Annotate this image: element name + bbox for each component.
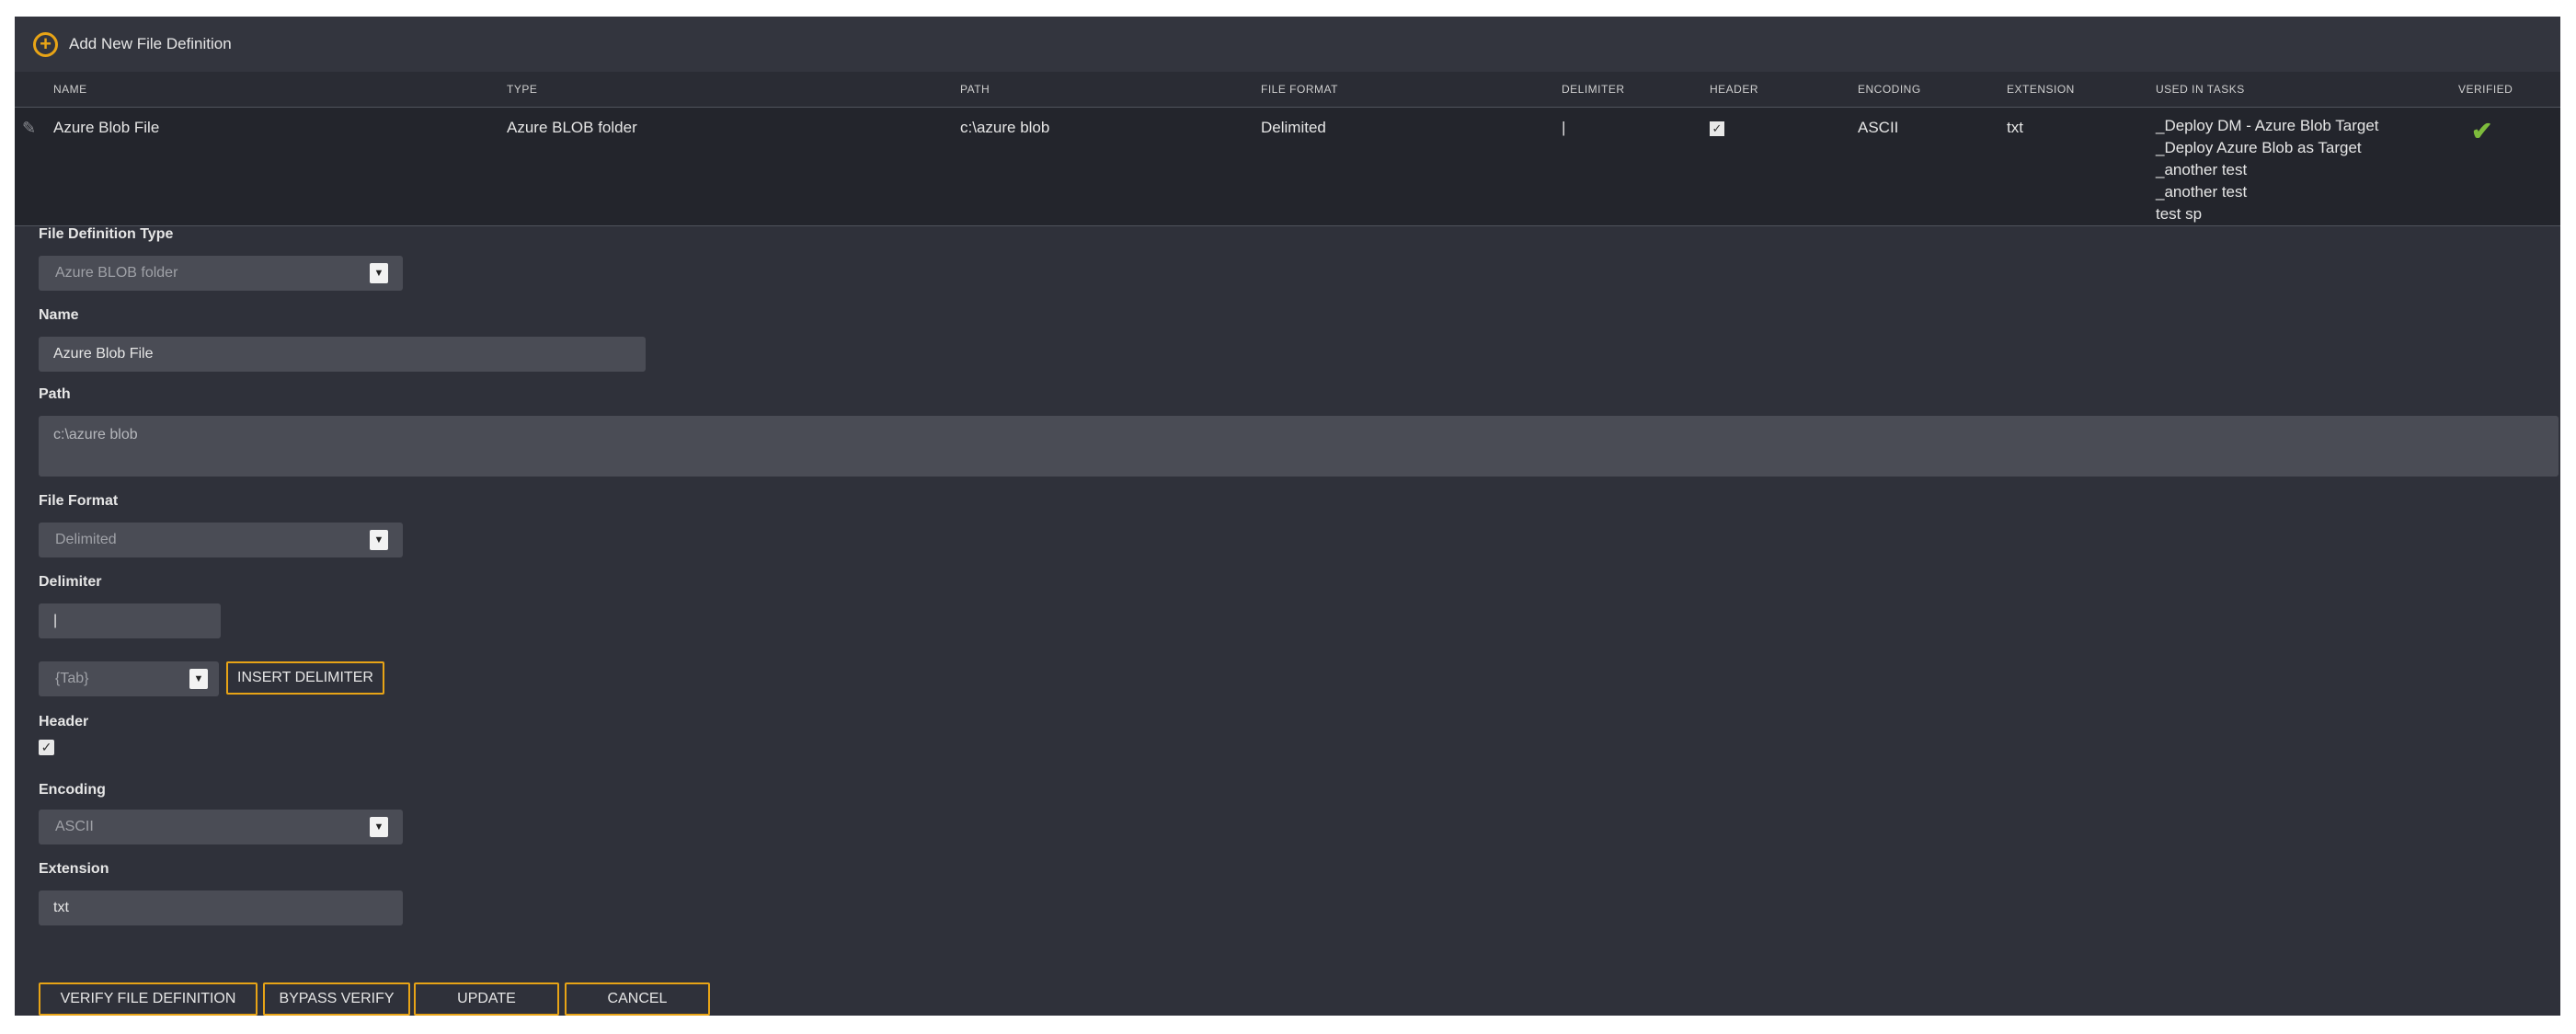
path-label: Path bbox=[39, 386, 71, 402]
file-definition-type-select[interactable]: Azure BLOB folder ▼ bbox=[39, 256, 403, 291]
column-header-encoding[interactable]: ENCODING bbox=[1858, 72, 2007, 107]
task-item[interactable]: _Deploy DM - Azure Blob Target bbox=[2156, 115, 2458, 137]
file-format-label: File Format bbox=[39, 493, 119, 509]
add-new-file-definition-label: Add New File Definition bbox=[69, 35, 232, 52]
delimiter-label: Delimiter bbox=[39, 574, 102, 590]
file-definitions-panel: + Add New File Definition NAME TYPE PATH… bbox=[15, 17, 2560, 1016]
file-definition-type-label: File Definition Type bbox=[39, 226, 174, 242]
table-header-row: NAME TYPE PATH FILE FORMAT DELIMITER HEA… bbox=[15, 72, 2560, 107]
extension-input[interactable]: txt bbox=[39, 890, 403, 925]
task-item[interactable]: _another test bbox=[2156, 159, 2458, 181]
column-header-used-in-tasks[interactable]: USED IN TASKS bbox=[2156, 72, 2458, 107]
cell-type: Azure BLOB folder bbox=[507, 118, 637, 136]
column-header-delimiter[interactable]: DELIMITER bbox=[1562, 72, 1710, 107]
header-check-icon: ✓ bbox=[1710, 121, 1724, 136]
encoding-value: ASCII bbox=[55, 819, 94, 834]
file-format-select[interactable]: Delimited ▼ bbox=[39, 523, 403, 557]
chevron-down-icon[interactable]: ▼ bbox=[189, 669, 208, 689]
path-textarea[interactable]: c:\azure blob bbox=[39, 416, 2559, 477]
name-label: Name bbox=[39, 307, 79, 323]
file-format-value: Delimited bbox=[55, 532, 117, 547]
cancel-button[interactable]: CANCEL bbox=[565, 982, 710, 1016]
name-input[interactable]: Azure Blob File bbox=[39, 337, 646, 372]
task-item[interactable]: test sp bbox=[2156, 203, 2458, 225]
column-header-type[interactable]: TYPE bbox=[507, 72, 960, 107]
task-item[interactable]: _another test bbox=[2156, 181, 2458, 203]
cell-file-format: Delimited bbox=[1261, 118, 1326, 136]
encoding-select[interactable]: ASCII ▼ bbox=[39, 810, 403, 844]
column-header-name[interactable]: NAME bbox=[53, 72, 507, 107]
add-new-file-definition-button[interactable]: + Add New File Definition bbox=[33, 31, 232, 57]
delimiter-choice-select[interactable]: {Tab} ▼ bbox=[39, 661, 219, 696]
cell-extension: txt bbox=[2007, 118, 2023, 136]
chevron-down-icon[interactable]: ▼ bbox=[370, 530, 388, 550]
cell-used-in-tasks: _Deploy DM - Azure Blob Target _Deploy A… bbox=[2156, 107, 2458, 225]
cell-encoding: ASCII bbox=[1858, 118, 1899, 136]
pencil-icon[interactable]: ✎ bbox=[15, 119, 36, 137]
column-header-file-format[interactable]: FILE FORMAT bbox=[1261, 72, 1562, 107]
plus-circle-icon: + bbox=[33, 31, 58, 57]
edit-column-header bbox=[15, 72, 53, 107]
column-header-header[interactable]: HEADER bbox=[1710, 72, 1858, 107]
chevron-down-icon[interactable]: ▼ bbox=[370, 263, 388, 283]
toolbar: + Add New File Definition bbox=[15, 17, 2560, 72]
delimiter-choice-value: {Tab} bbox=[55, 671, 89, 686]
verify-file-definition-button[interactable]: VERIFY FILE DEFINITION bbox=[39, 982, 258, 1016]
header-label: Header bbox=[39, 714, 89, 730]
task-item[interactable]: _Deploy Azure Blob as Target bbox=[2156, 137, 2458, 159]
column-header-path[interactable]: PATH bbox=[960, 72, 1261, 107]
cell-delimiter: | bbox=[1562, 118, 1566, 136]
chevron-down-icon[interactable]: ▼ bbox=[370, 817, 388, 837]
header-checkbox[interactable]: ✓ bbox=[39, 740, 54, 755]
cell-name: Azure Blob File bbox=[53, 118, 160, 136]
update-button[interactable]: UPDATE bbox=[414, 982, 559, 1016]
column-header-extension[interactable]: EXTENSION bbox=[2007, 72, 2156, 107]
table-row[interactable]: ✎ Azure Blob File Azure BLOB folder c:\a… bbox=[15, 107, 2560, 225]
extension-label: Extension bbox=[39, 861, 109, 877]
encoding-label: Encoding bbox=[39, 782, 106, 798]
insert-delimiter-button[interactable]: INSERT DELIMITER bbox=[226, 661, 384, 695]
cell-path: c:\azure blob bbox=[960, 118, 1050, 136]
file-definitions-table: NAME TYPE PATH FILE FORMAT DELIMITER HEA… bbox=[15, 72, 2560, 226]
checkmark-icon: ✔ bbox=[2471, 116, 2493, 145]
bypass-verify-button[interactable]: BYPASS VERIFY bbox=[263, 982, 410, 1016]
column-header-verified[interactable]: VERIFIED bbox=[2458, 72, 2560, 107]
file-definition-type-value: Azure BLOB folder bbox=[55, 265, 178, 281]
delimiter-input[interactable]: | bbox=[39, 603, 221, 638]
